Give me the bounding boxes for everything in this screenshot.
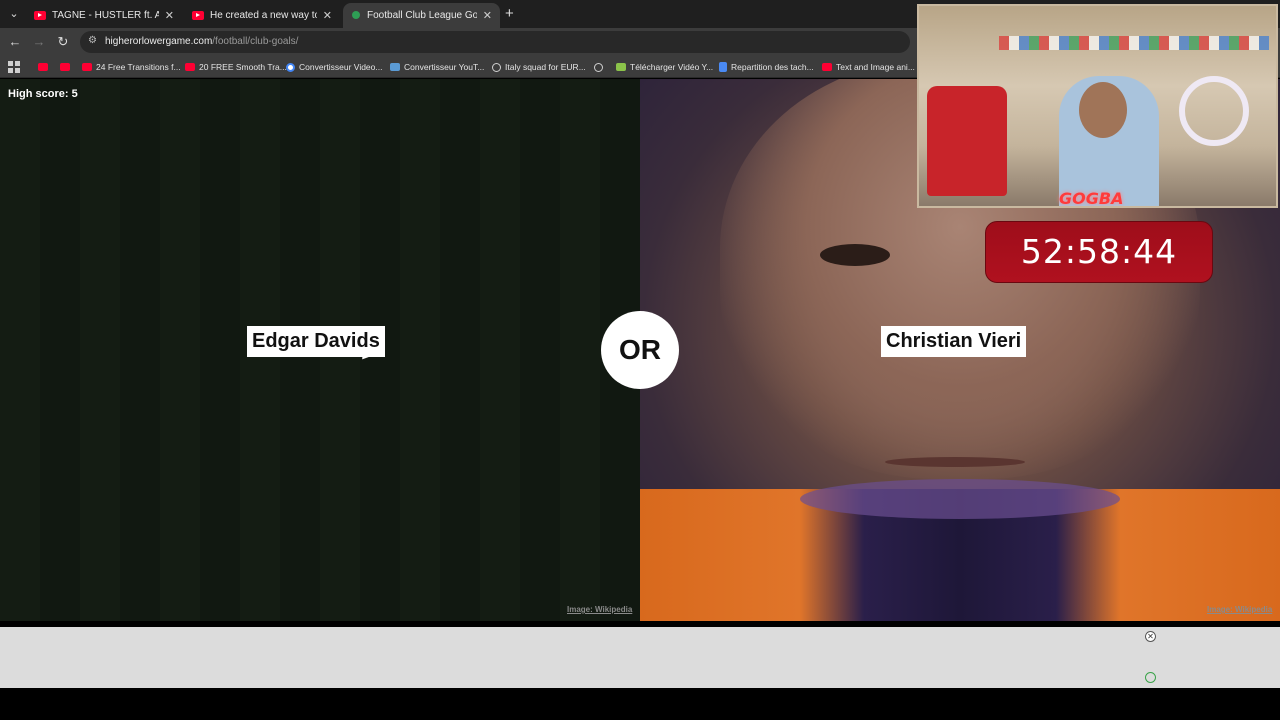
converter-icon [390, 63, 400, 71]
bookmark-convertisseur-youtube[interactable]: Convertisseur YouT... [390, 60, 484, 74]
right-image-credit[interactable]: Image: Wikipedia [1207, 605, 1272, 614]
youtube-icon [185, 63, 195, 71]
globe-icon [492, 62, 501, 72]
bookmark-text-image-anim[interactable]: Text and Image ani... [822, 60, 915, 74]
bookmark-label: 20 FREE Smooth Tra... [199, 62, 287, 72]
tab-tagne-hustler[interactable]: TAGNE - HUSTLER ft. A.L.A (OFFI ✕ [26, 3, 182, 28]
youtube-icon [38, 63, 48, 71]
webcam-flags [999, 36, 1269, 50]
youtube-icon [192, 11, 204, 20]
site-favicon-icon [351, 10, 361, 21]
youtube-icon [60, 63, 70, 71]
tab-surf-video[interactable]: He created a new way to surf th ✕ [184, 3, 340, 28]
tab-title: He created a new way to surf th [210, 10, 317, 21]
timer-text: 52:58:44 [1020, 232, 1178, 271]
address-bar[interactable]: ⚙ higherorlowergame.com/football/club-go… [80, 31, 910, 53]
ad-info-icon[interactable] [1145, 672, 1156, 683]
ad-close-icon[interactable]: ✕ [1145, 631, 1156, 642]
bookmark-repartition-taches[interactable]: Repartition des tach... [719, 60, 814, 74]
or-badge: OR [601, 311, 679, 389]
forward-arrow-icon[interactable]: → [30, 33, 48, 51]
bookmark-label: Italy squad for EUR... [505, 62, 586, 72]
back-arrow-icon[interactable]: ← [6, 33, 24, 51]
tab-close-icon[interactable]: ✕ [323, 9, 332, 22]
site-info-icon[interactable]: ⚙ [88, 35, 100, 47]
player-photo-collar [800, 479, 1120, 519]
url-text[interactable]: higherorlowergame.com/football/club-goal… [105, 36, 298, 47]
ad-banner: ✕ [0, 627, 1280, 688]
google-icon [286, 62, 295, 72]
bookmark-label: 24 Free Transitions f... [96, 62, 181, 72]
left-image-credit[interactable]: Image: Wikipedia [567, 605, 632, 614]
bookmark-youtube-2[interactable] [60, 60, 74, 74]
tab-close-icon[interactable]: ✕ [483, 9, 492, 22]
youtube-icon [822, 63, 832, 71]
url-domain: higherorlowergame.com [105, 36, 213, 47]
bookmark-label: Repartition des tach... [731, 62, 814, 72]
tab-close-icon[interactable]: ✕ [165, 9, 174, 22]
high-score: High score: 5 [8, 88, 78, 100]
streamer-logo: GOGBA [1059, 189, 1124, 208]
tab-title: Football Club League Goals Hig [367, 10, 477, 21]
youtube-icon [34, 11, 46, 20]
player-photo-eye [820, 244, 890, 266]
tab-football-club-goals[interactable]: Football Club League Goals Hig ✕ [343, 3, 500, 28]
bookmark-youtube-1[interactable] [38, 60, 52, 74]
reload-icon[interactable]: ↻ [54, 33, 72, 51]
url-path: /football/club-goals/ [212, 36, 299, 47]
bookmark-convertisseur-video[interactable]: Convertisseur Video... [286, 60, 382, 74]
apps-grid-icon[interactable] [8, 61, 20, 73]
bookmark-globe[interactable] [594, 60, 607, 74]
webcam-gaming-chair [927, 86, 1007, 196]
docs-icon [719, 62, 727, 72]
tab-title: TAGNE - HUSTLER ft. A.L.A (OFFI [52, 10, 159, 21]
bookmark-italy-squad[interactable]: Italy squad for EUR... [492, 60, 586, 74]
webcam-ring-light [1179, 76, 1249, 146]
bookmark-telecharger-video[interactable]: Télécharger Vidéo Y... [616, 60, 713, 74]
webcam-overlay: GOGBA [917, 4, 1278, 208]
bookmark-label: Text and Image ani... [836, 62, 915, 72]
right-player-name: Christian Vieri [881, 326, 1027, 357]
bookmark-label: Télécharger Vidéo Y... [630, 62, 714, 72]
tab-search-chevron-icon[interactable]: ⌄ [6, 6, 22, 22]
player-photo-mouth [885, 457, 1025, 467]
bookmark-20-free-smooth[interactable]: 20 FREE Smooth Tra... [185, 60, 287, 74]
download-icon [616, 63, 626, 71]
stream-timer: 52:58:44 [985, 221, 1213, 283]
globe-icon [594, 62, 603, 72]
bookmark-label: Convertisseur Video... [299, 62, 383, 72]
bookmark-24-free-transitions[interactable]: 24 Free Transitions f... [82, 60, 181, 74]
bookmark-label: Convertisseur YouT... [404, 62, 485, 72]
new-tab-button[interactable]: + [505, 5, 514, 22]
webcam-streamer-head [1079, 82, 1127, 138]
youtube-icon [82, 63, 92, 71]
